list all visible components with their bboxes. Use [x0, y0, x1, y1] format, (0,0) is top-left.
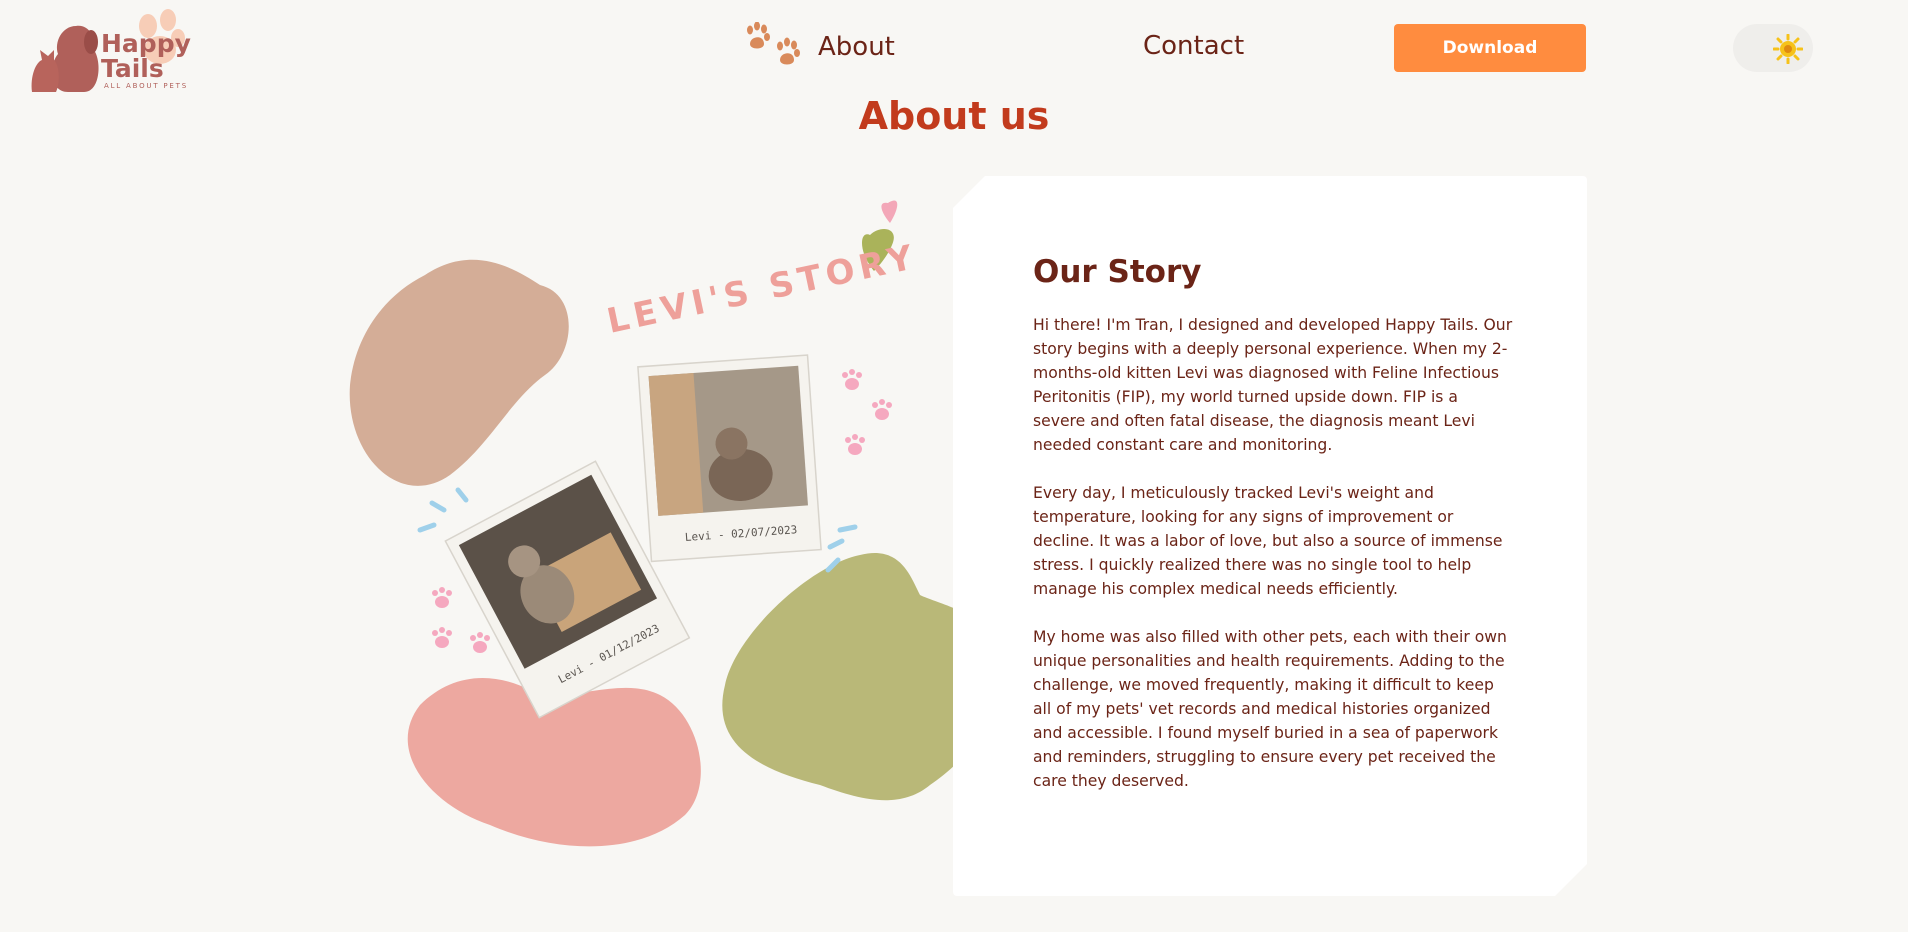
polaroid-photo-1: Levi - 02/07/2023	[637, 354, 822, 563]
levis-story-illustration: LEVI'S STORY Levi - 02/07/2023 Levi - 01…	[349, 200, 1006, 847]
brand-tagline: ALL ABOUT PETS	[104, 82, 188, 90]
brand-name-line2: Tails	[101, 54, 164, 83]
download-button[interactable]: Download	[1394, 24, 1586, 72]
theme-toggle[interactable]	[1733, 24, 1813, 72]
illustration-heading: LEVI'S STORY	[604, 237, 922, 342]
story-heading: Our Story	[1033, 254, 1202, 290]
story-paragraph-3: My home was also filled with other pets,…	[1033, 628, 1507, 790]
sun-icon	[1773, 34, 1803, 64]
tan-blob	[349, 259, 569, 486]
nav-contact-link[interactable]: Contact	[1143, 31, 1244, 61]
page-title: About us	[858, 94, 1050, 138]
pink-heart-icon	[881, 200, 898, 223]
brand-logo[interactable]: Happy Tails ALL ABOUT PETS	[28, 6, 191, 92]
nav-about-label: About	[818, 32, 895, 62]
story-paragraph-2: Every day, I meticulously tracked Levi's…	[1033, 484, 1503, 598]
nav-about-link[interactable]: About	[742, 22, 895, 72]
paw-prints-icon	[747, 22, 800, 65]
our-story-card: Our Story Hi there! I'm Tran, I designed…	[953, 176, 1587, 896]
story-paragraph-1: Hi there! I'm Tran, I designed and devel…	[1033, 316, 1513, 454]
